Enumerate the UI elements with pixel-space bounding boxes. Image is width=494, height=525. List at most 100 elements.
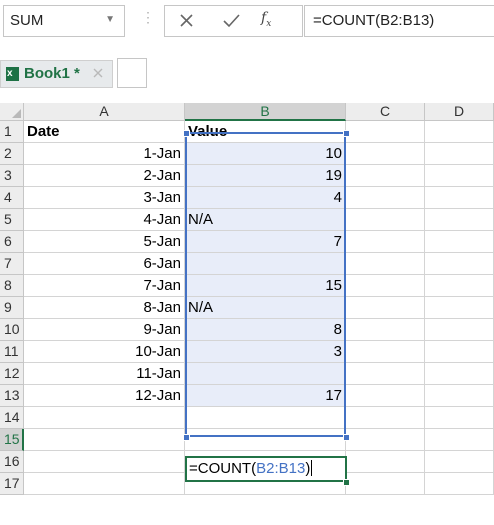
column-header-a[interactable]: A (24, 103, 185, 121)
cell-d1[interactable] (425, 121, 494, 143)
grip-dots-icon[interactable]: ⋮ (141, 10, 155, 24)
row-header[interactable]: 10 (0, 319, 24, 341)
row-header[interactable]: 12 (0, 363, 24, 385)
cell-a6[interactable]: 5-Jan (24, 231, 185, 253)
cell-a14[interactable] (24, 407, 185, 429)
new-workbook-button[interactable] (117, 58, 147, 88)
row-header[interactable]: 14 (0, 407, 24, 429)
cell-c2[interactable] (346, 143, 425, 165)
cell-d2[interactable] (425, 143, 494, 165)
workbook-tab[interactable]: x Book1 * (0, 60, 113, 88)
cell-b12[interactable] (185, 363, 346, 385)
range-resize-handle[interactable] (183, 434, 190, 441)
cell-c5[interactable] (346, 209, 425, 231)
row-header[interactable]: 8 (0, 275, 24, 297)
row-header[interactable]: 15 (0, 429, 24, 451)
cell-b6[interactable]: 7 (185, 231, 346, 253)
cell-d10[interactable] (425, 319, 494, 341)
cell-d11[interactable] (425, 341, 494, 363)
cell-d8[interactable] (425, 275, 494, 297)
cell-b15[interactable] (185, 429, 346, 451)
row-header[interactable]: 5 (0, 209, 24, 231)
cell-c10[interactable] (346, 319, 425, 341)
cell-b11[interactable]: 3 (185, 341, 346, 363)
row-header[interactable]: 6 (0, 231, 24, 253)
cell-d4[interactable] (425, 187, 494, 209)
cell-a11[interactable]: 10-Jan (24, 341, 185, 363)
cell-b7[interactable] (185, 253, 346, 275)
row-header[interactable]: 16 (0, 451, 24, 473)
close-icon[interactable] (92, 67, 104, 79)
cell-a7[interactable]: 6-Jan (24, 253, 185, 275)
cell-b4[interactable]: 4 (185, 187, 346, 209)
row-header[interactable]: 4 (0, 187, 24, 209)
row-header[interactable]: 13 (0, 385, 24, 407)
cell-c11[interactable] (346, 341, 425, 363)
row-header[interactable]: 7 (0, 253, 24, 275)
cell-c4[interactable] (346, 187, 425, 209)
cell-d6[interactable] (425, 231, 494, 253)
insert-function-icon[interactable]: fx (261, 10, 285, 32)
cell-c13[interactable] (346, 385, 425, 407)
cell-c12[interactable] (346, 363, 425, 385)
cell-d17[interactable] (425, 473, 494, 495)
cell-a13[interactable]: 12-Jan (24, 385, 185, 407)
cell-b14[interactable] (185, 407, 346, 429)
cell-d7[interactable] (425, 253, 494, 275)
cell-c8[interactable] (346, 275, 425, 297)
cell-a10[interactable]: 9-Jan (24, 319, 185, 341)
row-header[interactable]: 11 (0, 341, 24, 363)
cell-b2[interactable]: 10 (185, 143, 346, 165)
cell-a3[interactable]: 2-Jan (24, 165, 185, 187)
column-header-c[interactable]: C (346, 103, 425, 121)
cell-c7[interactable] (346, 253, 425, 275)
cell-b13[interactable]: 17 (185, 385, 346, 407)
column-header-b[interactable]: B (185, 103, 346, 121)
cell-a8[interactable]: 7-Jan (24, 275, 185, 297)
row-header[interactable]: 1 (0, 121, 24, 143)
chevron-down-icon[interactable]: ▼ (105, 14, 115, 25)
cell-b10[interactable]: 8 (185, 319, 346, 341)
cell-b5[interactable]: N/A (185, 209, 346, 231)
cell-a16[interactable] (24, 451, 185, 473)
range-resize-handle[interactable] (183, 130, 190, 137)
cell-a1[interactable]: Date (24, 121, 185, 143)
enter-check-icon[interactable] (220, 10, 244, 32)
cell-c14[interactable] (346, 407, 425, 429)
cell-a12[interactable]: 11-Jan (24, 363, 185, 385)
cell-b3[interactable]: 19 (185, 165, 346, 187)
row-header[interactable]: 9 (0, 297, 24, 319)
cancel-icon[interactable] (175, 10, 199, 32)
column-header-d[interactable]: D (425, 103, 494, 121)
cell-c15[interactable] (346, 429, 425, 451)
cell-c6[interactable] (346, 231, 425, 253)
select-all-corner[interactable] (0, 103, 24, 121)
cell-c1[interactable] (346, 121, 425, 143)
cell-c3[interactable] (346, 165, 425, 187)
cell-a2[interactable]: 1-Jan (24, 143, 185, 165)
cell-a17[interactable] (24, 473, 185, 495)
active-edit-cell[interactable]: =COUNT(B2:B13) (185, 456, 347, 482)
cell-d16[interactable] (425, 451, 494, 473)
cell-d5[interactable] (425, 209, 494, 231)
cell-a4[interactable]: 3-Jan (24, 187, 185, 209)
cell-b8[interactable]: 15 (185, 275, 346, 297)
cell-c9[interactable] (346, 297, 425, 319)
row-header[interactable]: 17 (0, 473, 24, 495)
cell-d13[interactable] (425, 385, 494, 407)
range-resize-handle[interactable] (343, 130, 350, 137)
row-header[interactable]: 2 (0, 143, 24, 165)
fill-handle[interactable] (343, 479, 350, 486)
cell-d9[interactable] (425, 297, 494, 319)
name-box[interactable]: SUM ▼ (3, 5, 125, 37)
cell-a15[interactable] (24, 429, 185, 451)
row-header[interactable]: 3 (0, 165, 24, 187)
cell-d3[interactable] (425, 165, 494, 187)
cell-a5[interactable]: 4-Jan (24, 209, 185, 231)
formula-input[interactable]: =COUNT(B2:B13) (304, 5, 494, 37)
cell-d14[interactable] (425, 407, 494, 429)
cell-b1[interactable]: Value (185, 121, 346, 143)
cell-b9[interactable]: N/A (185, 297, 346, 319)
cell-c16[interactable] (346, 451, 425, 473)
range-resize-handle[interactable] (343, 434, 350, 441)
